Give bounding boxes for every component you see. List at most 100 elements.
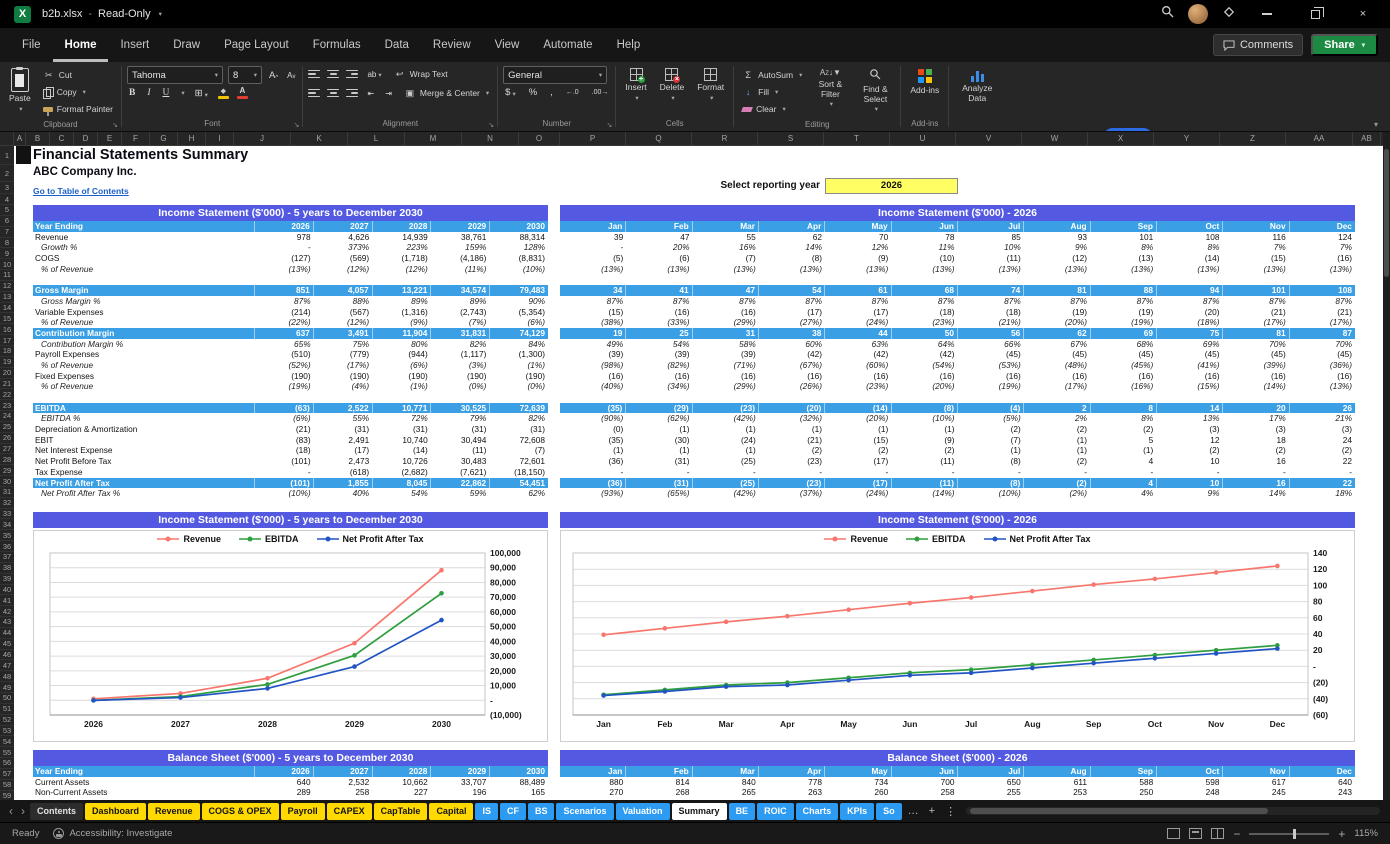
cell[interactable]: (1%): [489, 360, 548, 371]
cell[interactable]: 263: [759, 787, 825, 798]
cell[interactable]: 880: [560, 777, 626, 788]
cell[interactable]: 227: [372, 787, 431, 798]
cell[interactable]: (38%): [560, 317, 626, 328]
row-header-8[interactable]: 8: [0, 238, 14, 249]
cell[interactable]: (15): [560, 307, 626, 318]
col-header-cell[interactable]: Apr: [759, 766, 826, 777]
sheet-tab-kpis[interactable]: KPIs: [840, 802, 875, 820]
col-header-cell[interactable]: Mar: [693, 221, 759, 232]
cell[interactable]: -: [1223, 467, 1289, 478]
row-label[interactable]: Tax Expense: [33, 467, 255, 478]
fill-color-button[interactable]: ◆: [217, 88, 229, 99]
shrink-font-button[interactable]: Av: [285, 71, 297, 80]
cell[interactable]: 265: [693, 787, 759, 798]
cell[interactable]: 87%: [693, 296, 759, 307]
cell[interactable]: 50: [892, 327, 958, 339]
cell[interactable]: 47: [626, 232, 692, 243]
row-label[interactable]: Fixed Expenses: [33, 371, 255, 382]
cell[interactable]: (13%): [693, 264, 759, 275]
increase-decimal-button[interactable]: ←.0: [564, 89, 581, 96]
cell[interactable]: 87%: [1024, 296, 1090, 307]
cell[interactable]: 85: [958, 232, 1024, 243]
row-header-28[interactable]: 28: [0, 454, 14, 466]
cell[interactable]: 851: [255, 285, 314, 296]
cell[interactable]: (31): [314, 424, 373, 435]
cell[interactable]: 80%: [372, 339, 431, 350]
cell[interactable]: (17%): [1289, 317, 1355, 328]
cell[interactable]: 62%: [489, 488, 548, 499]
cell[interactable]: (11): [891, 456, 957, 467]
cell[interactable]: (82%): [626, 360, 692, 371]
close-button[interactable]: ×: [1346, 0, 1380, 28]
cell[interactable]: (9): [891, 435, 957, 446]
cell[interactable]: -: [255, 242, 314, 253]
cell[interactable]: 21%: [1289, 413, 1355, 424]
cell[interactable]: 250: [1090, 787, 1156, 798]
cell[interactable]: 74: [958, 285, 1025, 296]
cell[interactable]: 116: [1223, 232, 1289, 243]
worksheet[interactable]: Financial Statements Summary ABC Company…: [14, 146, 1383, 800]
row-label[interactable]: % of Revenue: [33, 264, 255, 275]
cell[interactable]: 289: [255, 787, 314, 798]
cell[interactable]: (2): [825, 445, 891, 456]
cell[interactable]: (18): [958, 307, 1024, 318]
format-painter-button[interactable]: Format Painter: [40, 101, 116, 117]
column-header-S[interactable]: S: [758, 132, 824, 145]
cell[interactable]: (8): [958, 456, 1024, 467]
zoom-in-button[interactable]: +: [1338, 827, 1345, 841]
a1-dark-cell[interactable]: [16, 146, 31, 164]
cell[interactable]: (32%): [759, 413, 825, 424]
cell[interactable]: -: [1090, 467, 1156, 478]
cell[interactable]: 7%: [1289, 242, 1355, 253]
row-header-31[interactable]: 31: [0, 487, 14, 498]
cell[interactable]: (13%): [560, 264, 626, 275]
row-header-50[interactable]: 50: [0, 693, 14, 704]
cell[interactable]: (14): [372, 445, 431, 456]
col-header-cell[interactable]: Sep: [1091, 766, 1157, 777]
col-header-cell[interactable]: 2026: [255, 766, 314, 777]
row-header-15[interactable]: 15: [0, 313, 14, 325]
cell[interactable]: (2): [1289, 445, 1355, 456]
sheet-tab-cf[interactable]: CF: [499, 802, 526, 820]
column-header-D[interactable]: D: [74, 132, 98, 145]
cell[interactable]: (42%): [693, 488, 759, 499]
row-header-27[interactable]: 27: [0, 444, 14, 455]
cell[interactable]: (18,150): [489, 467, 548, 478]
cell[interactable]: (39): [560, 349, 626, 360]
bold-button[interactable]: B: [127, 88, 137, 98]
cell[interactable]: (13%): [1024, 264, 1090, 275]
cell[interactable]: 637: [255, 327, 314, 339]
cell[interactable]: (17%): [314, 360, 373, 371]
cell[interactable]: (2,682): [372, 467, 431, 478]
cell[interactable]: (13%): [891, 264, 957, 275]
col-header-cell[interactable]: 2029: [431, 221, 491, 232]
sheet-tab-scenarios[interactable]: Scenarios: [556, 802, 614, 820]
cell[interactable]: 41: [626, 285, 693, 296]
col-header-cell[interactable]: 2030: [490, 766, 548, 777]
horizontal-scrollbar-thumb[interactable]: [970, 808, 1269, 814]
cell[interactable]: 4,626: [314, 232, 373, 243]
cell[interactable]: (39%): [1223, 360, 1289, 371]
cell[interactable]: (62%): [626, 413, 692, 424]
cell[interactable]: (20%): [1024, 317, 1090, 328]
cell[interactable]: (21): [759, 435, 825, 446]
column-header-U[interactable]: U: [890, 132, 956, 145]
annual-income-statement-chart[interactable]: Revenue EBITDA Net Profit After Tax (10,000…: [33, 530, 548, 742]
cell[interactable]: 258: [314, 787, 373, 798]
cell[interactable]: 2,532: [314, 777, 373, 788]
cell[interactable]: 373%: [314, 242, 373, 253]
cell[interactable]: 4: [1090, 456, 1156, 467]
cell[interactable]: (8): [759, 253, 825, 264]
col-header-cell[interactable]: 2030: [490, 221, 548, 232]
cell[interactable]: (45): [958, 349, 1024, 360]
cell[interactable]: (39): [626, 349, 692, 360]
col-header-cell[interactable]: Sep: [1091, 221, 1157, 232]
cell[interactable]: (2%): [1024, 488, 1090, 499]
cell[interactable]: 700: [891, 777, 957, 788]
cell[interactable]: (16): [626, 307, 692, 318]
cell[interactable]: (190): [489, 371, 548, 382]
font-size-select[interactable]: 8 ▾: [227, 66, 262, 84]
row-label[interactable]: Contribution Margin %: [33, 339, 255, 350]
row-label[interactable]: EBIT: [33, 435, 255, 446]
cell[interactable]: (10%): [255, 488, 314, 499]
